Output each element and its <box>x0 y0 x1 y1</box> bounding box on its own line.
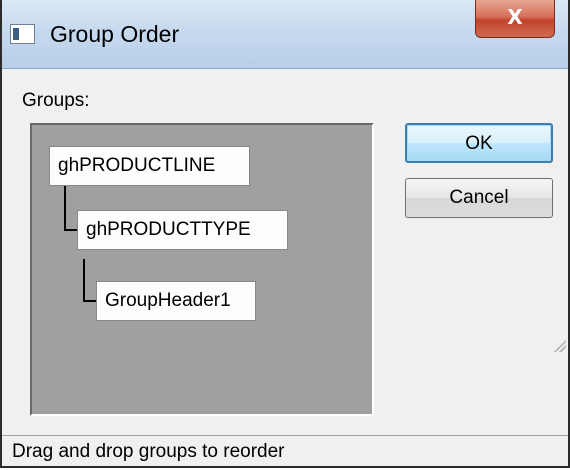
group-node-groupheader1[interactable]: GroupHeader1 <box>96 281 256 321</box>
window-title: Group Order <box>50 21 180 47</box>
status-text: Drag and drop groups to reorder <box>12 441 285 462</box>
resize-grip-icon[interactable] <box>550 336 566 352</box>
group-node-ghproducttype[interactable]: ghPRODUCTTYPE <box>77 210 288 250</box>
cancel-button[interactable]: Cancel <box>405 178 553 218</box>
groups-tree[interactable]: ghPRODUCTLINE ghPRODUCTTYPE GroupHeader1 <box>30 123 374 416</box>
app-window-icon <box>10 24 35 44</box>
close-button[interactable]: X <box>475 0 555 38</box>
group-node-ghproductline[interactable]: ghPRODUCTLINE <box>49 146 250 186</box>
title-bar[interactable]: Group Order X <box>2 0 568 69</box>
group-order-dialog: Group Order X Groups: ghPRODUCTLINE ghPR… <box>0 0 570 468</box>
tree-connector <box>64 185 78 231</box>
status-bar: Drag and drop groups to reorder <box>2 435 568 466</box>
groups-label: Groups: <box>22 90 90 111</box>
tree-connector <box>83 259 97 302</box>
ok-button[interactable]: OK <box>405 123 553 163</box>
